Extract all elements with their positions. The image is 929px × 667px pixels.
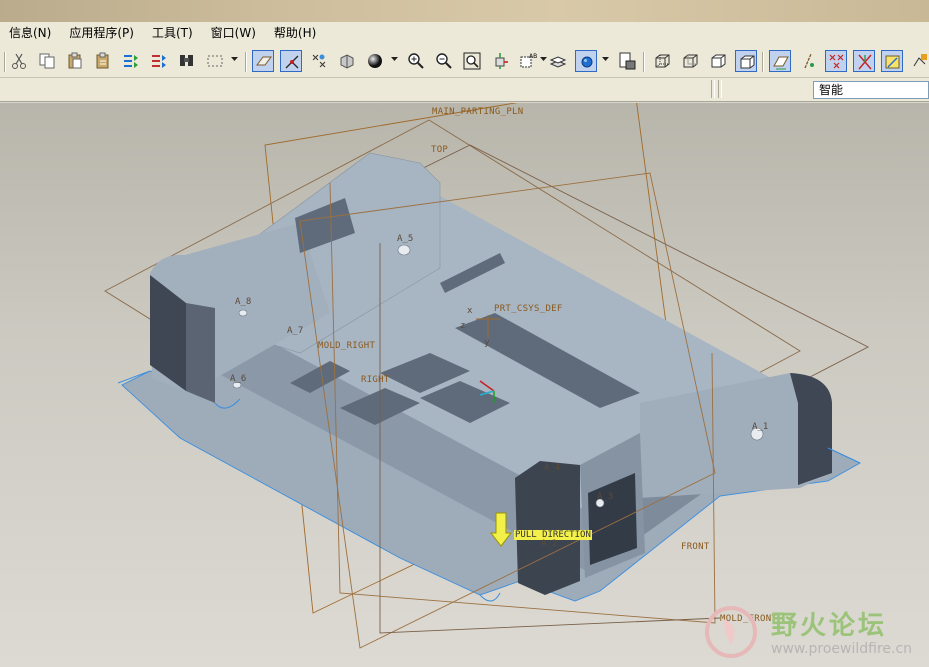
datum-label-mold-right[interactable]: MOLD_RIGHT — [318, 341, 375, 351]
watermark-title: 野火论坛 — [771, 611, 888, 641]
datum-label-main-parting[interactable]: MAIN_PARTING_PLN — [432, 107, 524, 117]
axis-label-a4[interactable]: A_4 — [544, 463, 560, 473]
chevron-down-icon[interactable] — [540, 57, 547, 63]
shading-icon[interactable] — [735, 50, 757, 72]
paste-icon[interactable] — [64, 50, 86, 72]
menu-help[interactable]: 帮助(H) — [265, 22, 325, 44]
forum-watermark: 野火论坛 www.proewildfire.cn — [701, 601, 913, 663]
point-display-icon[interactable] — [308, 50, 330, 72]
axis-label-a6[interactable]: A_6 — [230, 374, 246, 384]
copy-icon[interactable] — [36, 50, 58, 72]
selection-filter-select[interactable]: 智能 — [813, 81, 929, 99]
datum-label-front[interactable]: FRONT — [681, 542, 710, 552]
select-box-icon[interactable] — [204, 50, 226, 72]
spin-center-icon[interactable] — [364, 50, 386, 72]
datum-point-tool-icon[interactable] — [825, 50, 847, 72]
axis-label-a3[interactable]: A_3 — [597, 492, 613, 502]
no-hidden-icon[interactable] — [707, 50, 729, 72]
svg-text:AB: AB — [529, 53, 537, 60]
regenerate-icon[interactable] — [120, 50, 142, 72]
paste-special-icon[interactable] — [92, 50, 114, 72]
wireframe-icon[interactable] — [651, 50, 673, 72]
saved-views-icon[interactable]: AB — [517, 50, 539, 72]
find-icon[interactable] — [176, 50, 198, 72]
chevron-down-icon[interactable] — [602, 57, 609, 63]
model-tree-icon[interactable] — [616, 50, 638, 72]
csys-tool-icon[interactable] — [853, 50, 875, 72]
csys-z-label: z — [460, 321, 466, 331]
menu-tools[interactable]: 工具(T) — [143, 22, 202, 44]
toolbar-separator — [643, 52, 645, 72]
csys-display-icon[interactable] — [336, 50, 358, 72]
plane-display-icon[interactable] — [252, 50, 274, 72]
datum-label-top[interactable]: TOP — [431, 145, 448, 155]
datum-axis-tool-icon[interactable] — [797, 50, 819, 72]
left-end-side — [186, 303, 215, 403]
zoom-out-icon[interactable] — [433, 50, 455, 72]
toolbar-separator — [762, 52, 764, 72]
watermark-logo-icon — [705, 606, 757, 658]
reorient-icon[interactable] — [489, 50, 511, 72]
datum-label-csys[interactable]: PRT_CSYS_DEF — [494, 304, 563, 314]
menu-bar: 信息(N) 应用程序(P) 工具(T) 窗口(W) 帮助(H) — [0, 22, 929, 44]
toolbar-separator — [4, 52, 6, 72]
toolbar-separator — [245, 52, 247, 72]
model-scene — [104, 103, 869, 649]
layers-icon[interactable] — [547, 50, 569, 72]
axis-display-icon[interactable] — [280, 50, 302, 72]
toolbar-grip[interactable] — [718, 80, 722, 98]
menu-applications[interactable]: 应用程序(P) — [60, 22, 143, 44]
toolbar-grip[interactable] — [711, 80, 715, 98]
chevron-down-icon[interactable] — [231, 57, 238, 63]
csys-x-label: x — [467, 306, 473, 316]
main-toolbar: AB — [0, 44, 929, 78]
menu-window[interactable]: 窗口(W) — [202, 22, 265, 44]
cut-icon[interactable] — [8, 50, 30, 72]
axis-label-a2[interactable]: A_2 — [541, 539, 557, 549]
zoom-in-icon[interactable] — [405, 50, 427, 72]
regenerate-manager-icon[interactable] — [148, 50, 170, 72]
refit-icon[interactable] — [461, 50, 483, 72]
appearance-icon[interactable] — [575, 50, 597, 72]
front-dark-block — [515, 461, 580, 595]
analysis-icon[interactable] — [909, 50, 929, 72]
title-strip — [0, 0, 929, 22]
datum-plane-tool-icon[interactable] — [769, 50, 791, 72]
csys-y-label: y — [484, 338, 490, 348]
menu-info[interactable]: 信息(N) — [0, 22, 60, 44]
axis-label-a5[interactable]: A_5 — [397, 234, 413, 244]
sketch-tool-icon[interactable] — [881, 50, 903, 72]
selection-filter-value: 智能 — [819, 83, 844, 97]
watermark-url: www.proewildfire.cn — [771, 641, 913, 657]
chevron-down-icon[interactable] — [391, 57, 398, 63]
hidden-line-icon[interactable] — [679, 50, 701, 72]
status-toolbar: 智能 — [0, 78, 929, 102]
datum-label-right[interactable]: RIGHT — [361, 375, 390, 385]
axis-label-a1[interactable]: A_1 — [752, 422, 768, 432]
axis-label-a7[interactable]: A_7 — [287, 326, 303, 336]
graphics-viewport[interactable]: MAIN_PARTING_PLN TOP PRT_CSYS_DEF MOLD_R… — [0, 103, 929, 667]
axis-label-a8[interactable]: A_8 — [235, 297, 251, 307]
